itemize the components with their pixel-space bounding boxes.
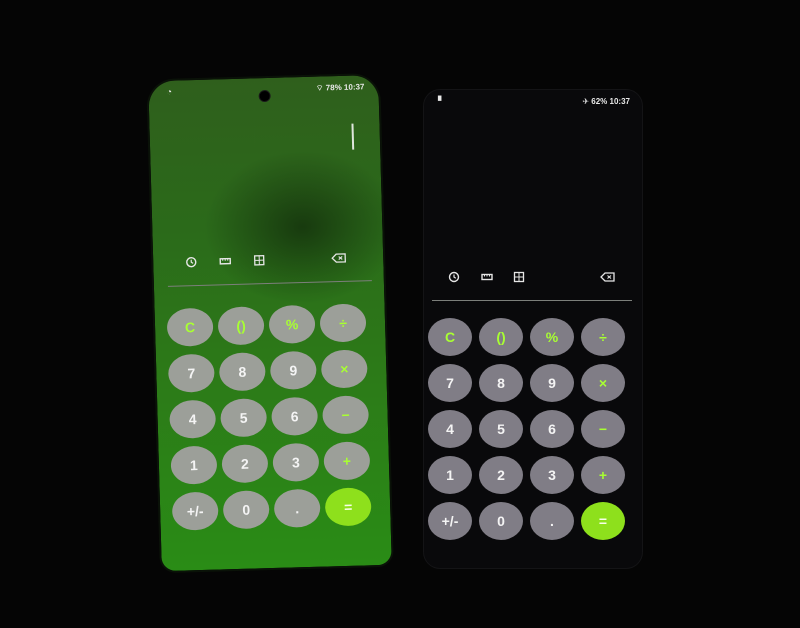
key-r0c1[interactable]: () <box>217 306 265 346</box>
key-r1c0[interactable]: 7 <box>167 353 215 393</box>
key-r4c1[interactable]: 0 <box>479 502 523 540</box>
key-r2c1[interactable]: 5 <box>479 410 523 448</box>
key-r2c3[interactable]: − <box>322 395 370 435</box>
key-r3c1[interactable]: 2 <box>479 456 523 494</box>
key-r1c3[interactable]: × <box>320 349 368 389</box>
key-r3c1[interactable]: 2 <box>221 444 269 484</box>
key-r0c1[interactable]: () <box>479 318 523 356</box>
key-r3c0[interactable]: 1 <box>170 445 218 485</box>
key-r0c2[interactable]: % <box>268 304 316 345</box>
key-r4c0[interactable]: +/- <box>428 502 472 540</box>
key-equals[interactable]: = <box>581 502 625 540</box>
key-r2c0[interactable]: 4 <box>169 399 217 439</box>
phone-left: ◔ ⌔ 78% 10:37 C()% ÷ 7 8 9 × 4 5 6−1 2 3 + +/- 0. = <box>148 74 392 572</box>
key-r2c3[interactable]: − <box>581 410 625 448</box>
key-r1c2[interactable]: 9 <box>530 364 574 402</box>
key-r0c0[interactable]: C <box>428 318 472 356</box>
key-r4c0[interactable]: +/- <box>171 491 219 531</box>
key-r0c3[interactable]: ÷ <box>319 303 367 343</box>
key-r3c2[interactable]: 3 <box>530 456 574 494</box>
key-r4c1[interactable]: 0 <box>222 490 270 530</box>
key-r2c2[interactable]: 6 <box>530 410 574 448</box>
key-r1c0[interactable]: 7 <box>428 364 472 402</box>
key-r0c2[interactable]: % <box>530 318 574 356</box>
key-r1c1[interactable]: 8 <box>479 364 523 402</box>
key-r3c3[interactable]: + <box>581 456 625 494</box>
key-r2c2[interactable]: 6 <box>271 396 319 436</box>
phone-right: ▘ ✈ 62% 10:37 C()% ÷ 7 8 9 × 4 5 6−1 2 3 + +/- 0. = <box>424 90 642 568</box>
key-r1c3[interactable]: × <box>581 364 625 402</box>
key-r1c1[interactable]: 8 <box>218 352 266 392</box>
key-r3c3[interactable]: + <box>323 441 371 481</box>
keypad: C()% ÷ 7 8 9 × 4 5 6− 1 2 3 + +/- 0. = <box>424 90 642 568</box>
key-r2c1[interactable]: 5 <box>220 398 268 438</box>
key-r0c3[interactable]: ÷ <box>581 318 625 356</box>
key-r2c0[interactable]: 4 <box>428 410 472 448</box>
keypad: C()% ÷ 7 8 9 × 4 5 6− 1 2 3 + +/- 0. = <box>148 75 392 571</box>
key-equals[interactable]: = <box>324 487 372 527</box>
key-r4c2[interactable]: . <box>273 488 321 528</box>
key-r1c2[interactable]: 9 <box>269 350 317 391</box>
key-r0c0[interactable]: C <box>166 307 214 347</box>
key-r4c2[interactable]: . <box>530 502 574 540</box>
key-r3c0[interactable]: 1 <box>428 456 472 494</box>
key-r3c2[interactable]: 3 <box>272 442 320 482</box>
